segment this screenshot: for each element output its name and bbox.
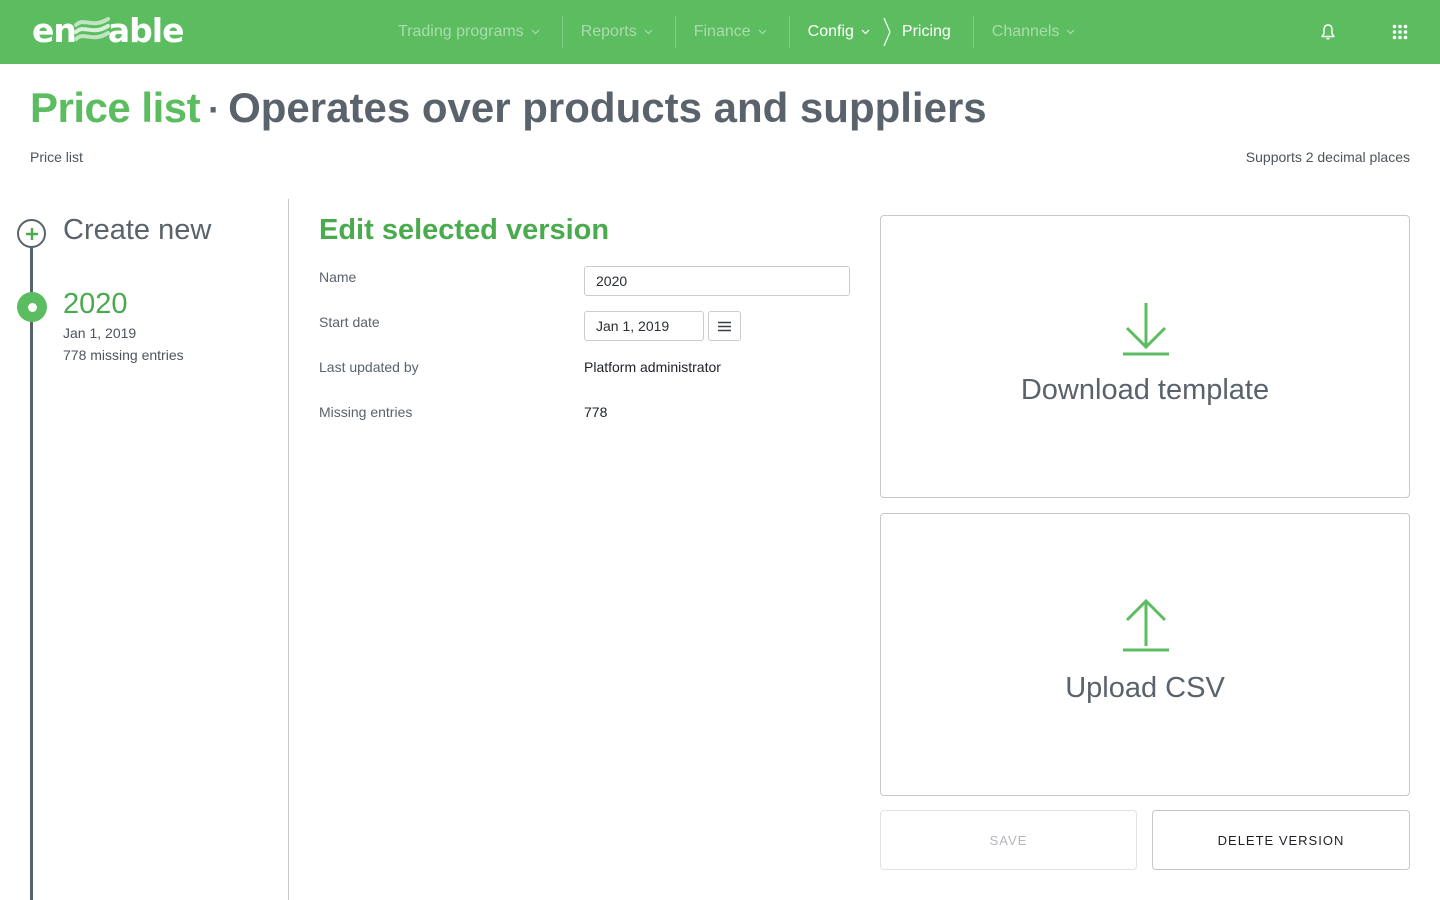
nav-config[interactable]: Config [790, 16, 876, 48]
chevron-down-icon [1066, 29, 1075, 35]
download-icon [1123, 303, 1169, 356]
calendar-picker-button[interactable] [708, 311, 741, 341]
nav-current-page[interactable]: Pricing [902, 23, 973, 41]
top-navigation-bar: en able Trading programs Reports Finance… [0, 0, 1440, 64]
add-circle-icon[interactable] [17, 219, 46, 248]
dot-center [27, 302, 37, 312]
nav-label: Finance [693, 23, 751, 40]
version-item-name[interactable]: 2020 [63, 288, 128, 321]
main-nav: Trading programs Reports Finance Config … [380, 16, 1097, 48]
page-title: Price list · Operates over products and su… [30, 84, 987, 134]
logo-text-right: able [107, 10, 185, 50]
missing-entries-label: Missing entries [319, 404, 413, 420]
delete-version-button[interactable]: DELETE VERSION [1152, 810, 1410, 870]
nav-label: Trading programs [398, 23, 524, 40]
last-updated-value: Platform administrator [584, 359, 721, 375]
logo-wave-icon [73, 17, 110, 41]
download-template-label: Download template [1020, 374, 1270, 406]
menu-lines-icon [718, 321, 731, 331]
decimal-precision-note: Supports 2 decimal places [1245, 149, 1410, 165]
nav-trading-programs[interactable]: Trading programs [380, 16, 562, 48]
breadcrumb-chevron-right-icon [883, 17, 891, 47]
plus-icon [25, 227, 38, 240]
upload-icon [1123, 598, 1169, 652]
chevron-down-icon [758, 29, 767, 35]
version-timeline-line [30, 244, 33, 900]
nav-label: Reports [580, 23, 637, 40]
column-divider [288, 199, 289, 900]
nav-reports[interactable]: Reports [563, 16, 675, 48]
missing-entries-value: 778 [584, 404, 608, 420]
start-date-label: Start date [319, 314, 380, 330]
breadcrumb[interactable]: Price list [30, 149, 83, 165]
version-item-missing: 778 missing entries [63, 347, 184, 363]
upload-csv-card[interactable]: Upload CSV [880, 513, 1410, 796]
start-date-input[interactable] [584, 311, 704, 341]
last-updated-label: Last updated by [319, 359, 419, 375]
page-title-main: Price list [30, 84, 201, 131]
page-subtitle: Operates over products and suppliers [228, 84, 987, 131]
download-template-card[interactable]: Download template [880, 215, 1410, 498]
name-input[interactable] [584, 266, 850, 296]
nav-finance[interactable]: Finance [676, 16, 789, 48]
version-selected-dot-icon[interactable] [17, 292, 47, 322]
save-button[interactable]: SAVE [880, 810, 1137, 870]
apps-grid-icon[interactable] [1392, 24, 1408, 40]
enable-logo[interactable]: en able [32, 10, 185, 50]
name-label: Name [319, 269, 357, 285]
chevron-down-icon [644, 29, 653, 35]
create-new-version-button[interactable]: Create new [63, 214, 211, 247]
edit-version-title: Edit selected version [319, 214, 610, 246]
version-item-date: Jan 1, 2019 [63, 325, 137, 341]
nav-label: Config [807, 23, 854, 40]
chevron-down-icon [531, 29, 540, 35]
nav-channels[interactable]: Channels [974, 16, 1098, 48]
nav-label: Channels [991, 23, 1060, 40]
logo-text-left: en [32, 10, 77, 50]
chevron-down-icon [861, 29, 870, 35]
upload-csv-label: Upload CSV [1065, 672, 1225, 704]
bell-icon[interactable] [1320, 23, 1336, 41]
title-separator: · [208, 89, 221, 130]
